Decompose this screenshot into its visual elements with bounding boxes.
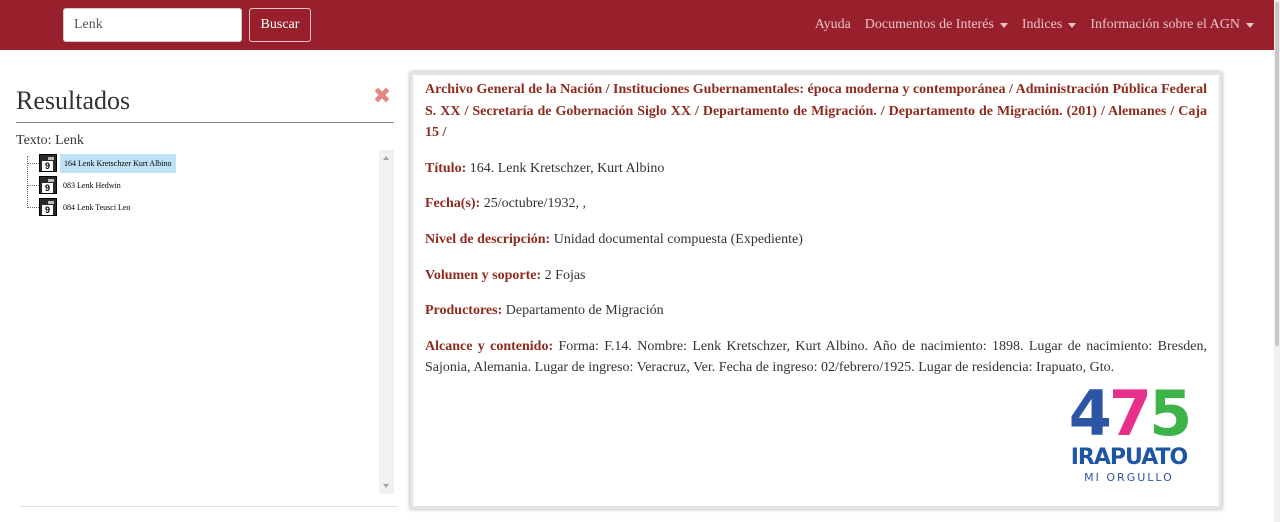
field-productores: Productores: Departamento de Migración (425, 300, 1207, 322)
divider (20, 506, 398, 507)
logo-tagline: MI ORGULLO (1084, 471, 1174, 484)
field-value: 25/octubre/1932, , (483, 196, 586, 212)
tree-scrollbar[interactable] (379, 150, 394, 494)
page-scrollbar[interactable] (1274, 0, 1280, 522)
tree-connector (27, 184, 39, 186)
document-icon: 9 (39, 176, 57, 194)
caret-down-icon (1246, 22, 1254, 28)
search-text-label: Texto: Lenk (16, 133, 84, 148)
results-title: Resultados (16, 86, 131, 115)
nav-link-ayuda[interactable]: Ayuda (815, 17, 851, 33)
close-icon[interactable]: ✖ (371, 86, 393, 108)
document-icon: 9 (39, 154, 57, 172)
nav-link-label: Indices (1021, 17, 1063, 32)
logo-number: 475 (1068, 377, 1192, 450)
field-value: 2 Fojas (544, 267, 586, 283)
field-titulo: Título: 164. Lenk Kretschzer, Kurt Albin… (425, 158, 1207, 180)
field-value: 164. Lenk Kretschzer, Kurt Albino (469, 160, 665, 176)
archive-breadcrumb: Archivo General de la Nación / Instituci… (425, 82, 1207, 141)
tree-connector (27, 162, 39, 164)
nav-link-documentos[interactable]: Documentos de Interés (865, 17, 1008, 33)
field-key: Fecha(s): (425, 196, 481, 212)
nav-link-label: Ayuda (814, 17, 851, 32)
irapuato-475-logo: 475 IRAPUATO MI ORGULLO (1066, 383, 1192, 487)
tree-item[interactable]: 9 084 Lenk Teusci Leo (27, 198, 134, 216)
nav-link-informacion-agn[interactable]: Información sobre el AGN (1090, 17, 1254, 33)
top-navbar: Lenk Buscar Ayuda Documentos de Interés … (0, 0, 1274, 50)
field-key: Título: (425, 160, 467, 176)
page-scrollbar-thumb[interactable] (1275, 2, 1279, 346)
divider (16, 122, 394, 123)
field-key: Nivel de descripción: (425, 231, 551, 247)
tree-connector (27, 206, 39, 208)
logo-city: IRAPUATO (1070, 445, 1189, 470)
field-volumen-soporte: Volumen y soporte: 2 Fojas (425, 265, 1207, 287)
caret-down-icon (999, 22, 1008, 28)
nav-link-label: Documentos de Interés (864, 17, 994, 32)
field-value: Unidad documental compuesta (Expediente) (553, 231, 803, 247)
tree-item-label: 164 Lenk Kretschzer Kurt Albino (60, 153, 176, 173)
search-input[interactable]: Lenk (63, 8, 242, 42)
scroll-down-icon[interactable] (383, 484, 389, 488)
caret-down-icon (1068, 22, 1077, 28)
field-fechas: Fecha(s): 25/octubre/1932, , (425, 193, 1207, 215)
search-button[interactable]: Buscar (249, 8, 311, 42)
tree-item-label: 083 Lenk Hedwin (63, 180, 121, 190)
field-value: Departamento de Migración (505, 303, 664, 319)
tree-item[interactable]: 9 164 Lenk Kretschzer Kurt Albino (27, 153, 176, 173)
tree-item[interactable]: 9 083 Lenk Hedwin (27, 176, 124, 194)
nav-links: Ayuda Documentos de Interés Indices Info… (801, 0, 1254, 50)
field-alcance-contenido: Alcance y contenido: Forma: F.14. Nombre… (425, 336, 1207, 379)
scroll-up-icon[interactable] (383, 156, 389, 160)
tree-item-label: 084 Lenk Teusci Leo (63, 202, 131, 212)
field-key: Volumen y soporte: (425, 267, 542, 283)
field-nivel-descripcion: Nivel de descripción: Unidad documental … (425, 229, 1207, 251)
nav-link-indices[interactable]: Indices (1021, 17, 1077, 33)
document-icon: 9 (39, 198, 57, 216)
nav-link-label: Información sobre el AGN (1090, 17, 1240, 32)
field-key: Productores: (425, 303, 503, 319)
field-key: Alcance y contenido: (425, 338, 554, 354)
